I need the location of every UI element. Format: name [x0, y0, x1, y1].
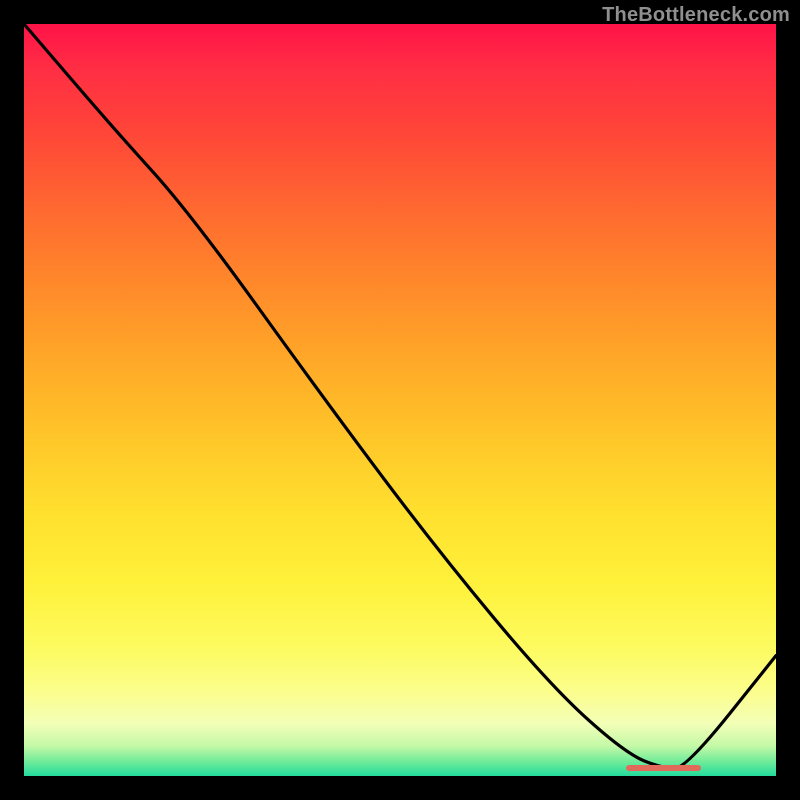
- watermark-text: TheBottleneck.com: [602, 4, 790, 27]
- chart-frame: TheBottleneck.com: [0, 0, 800, 800]
- optimal-range-marker: [626, 765, 701, 771]
- curve-path: [24, 24, 776, 768]
- plot-area: [24, 24, 776, 776]
- bottleneck-curve: [24, 24, 776, 776]
